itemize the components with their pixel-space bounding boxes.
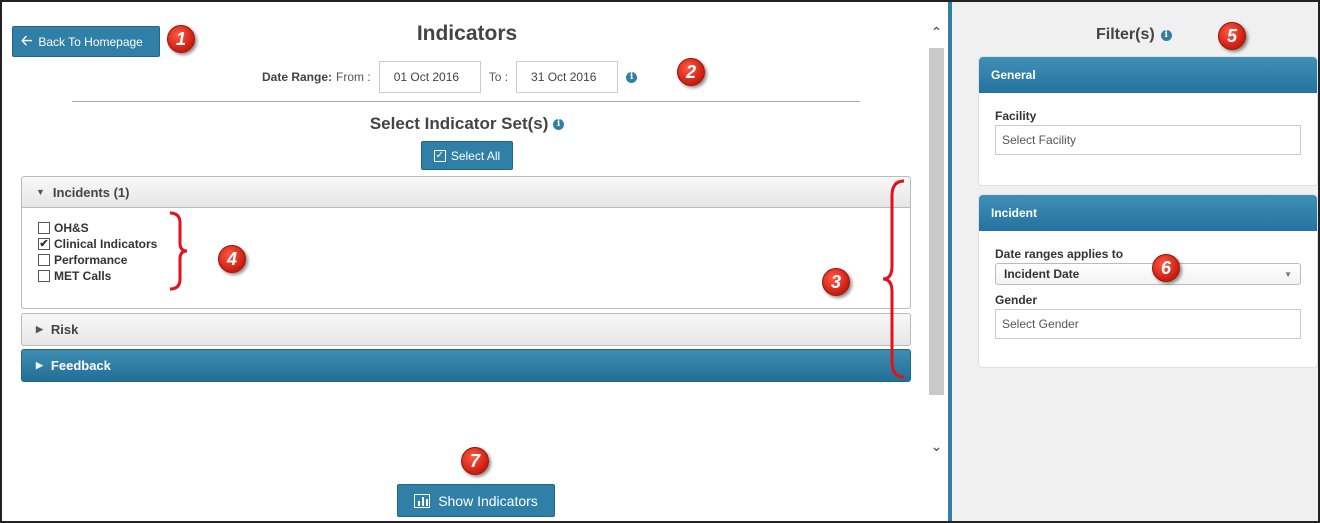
date-range-label: Date Range: bbox=[262, 70, 333, 84]
incidents-section: ▼ Incidents (1) OH&S ✔ Clinical Indicato… bbox=[21, 176, 911, 309]
risk-section-label: Risk bbox=[50, 322, 79, 337]
annotation-badge: 4 bbox=[218, 245, 246, 273]
filters-info-icon[interactable]: i bbox=[1160, 29, 1172, 41]
chevron-up-icon[interactable]: ⌃ bbox=[926, 22, 947, 42]
incident-filter-card: Incident Date ranges applies to Incident… bbox=[978, 194, 1318, 368]
show-indicators-button[interactable]: Show Indicators bbox=[397, 484, 555, 517]
checkbox-label: Clinical Indicators bbox=[54, 237, 158, 251]
annotation-badge: 6 bbox=[1152, 254, 1180, 282]
checkbox-label: OH&S bbox=[54, 221, 89, 235]
chevron-down-icon[interactable]: ⌄ bbox=[926, 436, 947, 456]
indicator-set-title: Select Indicator Set(s) i bbox=[2, 114, 932, 134]
to-date-input[interactable]: 31 Oct 2016 bbox=[516, 61, 619, 93]
general-filter-card: General Facility Select Facility bbox=[978, 56, 1318, 186]
risk-section-header[interactable]: ▶ Risk bbox=[21, 313, 911, 346]
caret-down-icon: ▼ bbox=[1284, 269, 1292, 279]
checkbox-icon: ✓ bbox=[433, 149, 446, 162]
incident-card-header[interactable]: Incident bbox=[979, 195, 1317, 231]
incidents-section-body: OH&S ✔ Clinical Indicators Performance M… bbox=[21, 208, 911, 309]
risk-section: ▶ Risk bbox=[21, 313, 911, 346]
annotation-badge: 5 bbox=[1218, 22, 1246, 50]
to-label: To : bbox=[488, 70, 509, 84]
select-all-button[interactable]: ✓ Select All bbox=[421, 141, 513, 170]
date-applies-select[interactable]: Incident Date ▼ bbox=[995, 263, 1301, 285]
incidents-section-header[interactable]: ▼ Incidents (1) bbox=[21, 176, 911, 208]
date-info-icon[interactable]: i bbox=[626, 71, 638, 83]
annotation-brace-4 bbox=[169, 211, 188, 291]
select-all-label: Select All bbox=[450, 148, 501, 163]
show-indicators-label: Show Indicators bbox=[438, 492, 538, 509]
scrollbar[interactable]: ⌃ ⌄ bbox=[926, 16, 947, 456]
feedback-section-header[interactable]: ▶ Feedback bbox=[21, 349, 911, 382]
checkbox-clinical-indicators[interactable]: ✔ bbox=[38, 238, 50, 250]
incidents-section-label: Incidents (1) bbox=[52, 184, 130, 200]
triangle-right-icon: ▶ bbox=[36, 324, 43, 334]
annotation-brace-3 bbox=[882, 179, 905, 379]
page-title: Indicators bbox=[416, 22, 518, 45]
bar-chart-icon bbox=[414, 493, 431, 508]
annotation-badge: 3 bbox=[822, 268, 850, 296]
gender-label: Gender bbox=[995, 293, 1038, 307]
annotation-badge: 2 bbox=[677, 58, 705, 86]
date-applies-value: Incident Date bbox=[1004, 267, 1080, 281]
annotation-badge: 7 bbox=[461, 447, 489, 475]
scroll-thumb[interactable] bbox=[929, 48, 944, 395]
filters-panel: Filter(s) i General Facility Select Faci… bbox=[952, 2, 1318, 521]
checkbox-met-calls[interactable] bbox=[38, 270, 50, 282]
filters-title: Filter(s) i bbox=[1096, 26, 1172, 44]
annotation-badge: 1 bbox=[167, 25, 195, 53]
checkbox-label: Performance bbox=[54, 253, 128, 267]
date-range-row: Date Range: From : 01 Oct 2016 To : 31 O… bbox=[262, 61, 638, 93]
triangle-down-icon: ▼ bbox=[36, 187, 45, 197]
indicator-set-info-icon[interactable]: i bbox=[553, 119, 565, 131]
gender-input[interactable]: Select Gender bbox=[995, 309, 1301, 339]
checkbox-label: MET Calls bbox=[54, 269, 112, 283]
facility-label: Facility bbox=[995, 109, 1037, 123]
from-label: From : bbox=[336, 70, 371, 84]
feedback-section-label: Feedback bbox=[50, 358, 111, 373]
facility-input[interactable]: Select Facility bbox=[995, 125, 1301, 155]
filters-title-text: Filter(s) bbox=[1096, 26, 1155, 43]
checkbox-performance[interactable] bbox=[38, 254, 50, 266]
triangle-right-icon: ▶ bbox=[36, 360, 43, 370]
feedback-section: ▶ Feedback bbox=[21, 349, 911, 382]
checkbox-ohs[interactable] bbox=[38, 222, 50, 234]
divider-line bbox=[72, 101, 860, 102]
indicator-set-title-text: Select Indicator Set(s) bbox=[369, 114, 549, 133]
indicators-panel: 🡠 Back To Homepage Indicators Date Range… bbox=[2, 2, 922, 521]
general-card-header[interactable]: General bbox=[979, 57, 1317, 93]
from-date-input[interactable]: 01 Oct 2016 bbox=[378, 61, 481, 93]
